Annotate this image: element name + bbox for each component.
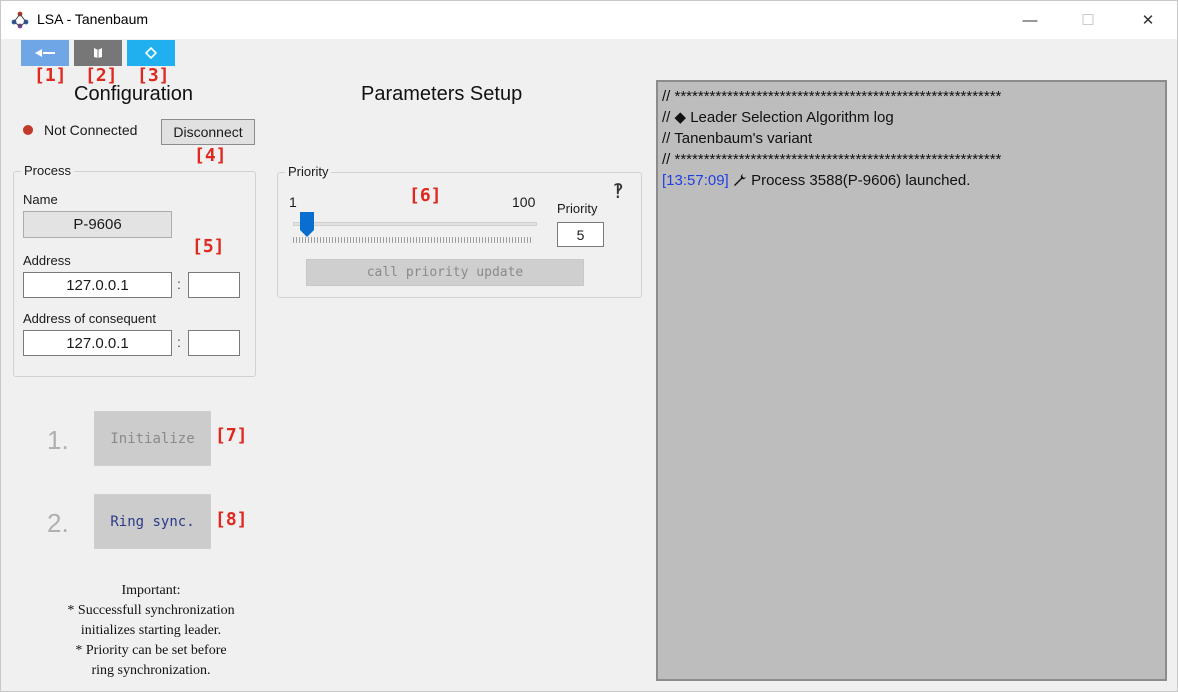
wrench-icon [733, 174, 746, 186]
priority-group-label: Priority [285, 164, 332, 179]
parameters-title: Parameters Setup [361, 83, 523, 105]
help-icon[interactable]: ‽ [613, 179, 624, 204]
diamond-icon [145, 47, 157, 59]
address-label: Address [23, 253, 71, 268]
connection-status-dot [23, 125, 33, 135]
step-1-number: 1. [47, 425, 69, 455]
step-2-number: 2. [47, 508, 69, 538]
consequent-address-label: Address of consequent [23, 311, 156, 326]
book-button[interactable] [74, 40, 122, 66]
log-timestamp: [13:57:09] [662, 172, 729, 189]
log-line: // *************************************… [662, 151, 1002, 168]
connection-status-text: Not Connected [44, 122, 138, 138]
slider-min-label: 1 [289, 194, 297, 210]
name-label: Name [23, 192, 58, 207]
marker-4: [4] [194, 145, 227, 166]
important-note: Important: * Successfull synchronization… [11, 581, 291, 681]
consequent-address-input[interactable]: 127.0.0.1 [23, 330, 172, 356]
priority-value-label: Priority [557, 201, 598, 216]
consequent-separator: : [177, 334, 181, 350]
maximize-icon[interactable]: ☐ [1059, 1, 1117, 39]
note-line: initializes starting leader. [80, 623, 222, 638]
close-icon[interactable]: ✕ [1119, 1, 1177, 39]
back-button[interactable] [21, 40, 69, 66]
priority-slider-ticks [293, 237, 533, 243]
marker-6: [6] [409, 185, 442, 206]
note-line: Important: [121, 583, 181, 598]
priority-update-button[interactable]: call priority update [306, 259, 584, 286]
note-line: * Priority can be set before [75, 643, 227, 658]
priority-value-input[interactable]: 5 [557, 222, 604, 247]
log-line: // *************************************… [662, 88, 1002, 105]
marker-7: [7] [215, 425, 248, 446]
initialize-button[interactable]: Initialize [94, 411, 211, 466]
log-entry-text: Process 3588(P-9606) launched. [751, 172, 971, 189]
minimize-icon[interactable]: — [1001, 1, 1059, 39]
log-panel[interactable]: // *************************************… [656, 80, 1167, 681]
note-line: ring synchronization. [91, 663, 211, 678]
configuration-title: Configuration [74, 83, 193, 105]
log-line: // Tanenbaum's variant [662, 130, 813, 147]
book-icon [94, 48, 102, 58]
ring-sync-button[interactable]: Ring sync. [94, 494, 211, 549]
priority-slider-thumb[interactable] [300, 212, 314, 238]
consequent-port-input[interactable] [188, 330, 240, 356]
log-line: // ◆ Leader Selection Algorithm log [662, 109, 894, 126]
slider-max-label: 100 [512, 194, 536, 210]
priority-slider-track[interactable] [293, 222, 537, 226]
address-port-input[interactable] [188, 272, 240, 298]
marker-1: [1] [34, 65, 67, 86]
disconnect-button[interactable]: Disconnect [161, 119, 255, 145]
title-bar: LSA - Tanenbaum — ☐ ✕ [1, 1, 1177, 39]
arrow-left-icon [35, 49, 55, 57]
app-logo-icon [11, 11, 29, 29]
window-title: LSA - Tanenbaum [37, 11, 149, 27]
marker-8: [8] [215, 509, 248, 530]
process-name-field: P-9606 [23, 211, 172, 238]
address-input[interactable]: 127.0.0.1 [23, 272, 172, 298]
marker-5: [5] [192, 236, 225, 257]
diamond-button[interactable] [127, 40, 175, 66]
process-group-label: Process [21, 163, 74, 178]
log-entry: [13:57:09] Process 3588(P-9606) launched… [662, 170, 1161, 191]
note-line: * Successfull synchronization [67, 603, 235, 618]
app-window: LSA - Tanenbaum — ☐ ✕ [1] [2] [3] Config… [0, 0, 1178, 692]
address-separator: : [177, 276, 181, 292]
